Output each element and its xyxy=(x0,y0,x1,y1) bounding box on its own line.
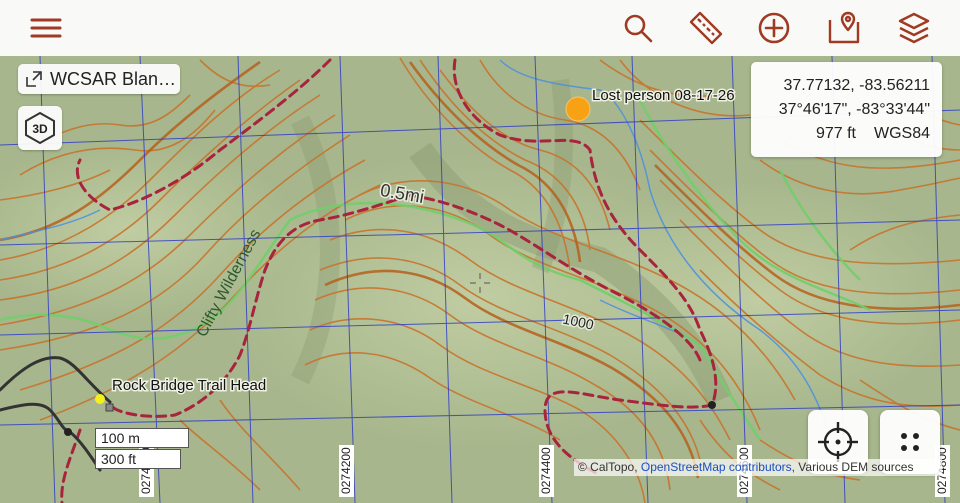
lost-person-marker[interactable] xyxy=(565,96,591,122)
dms-coordinates: 37°46'17", -83°33'44" xyxy=(778,101,930,118)
grid-label: 0274200 xyxy=(339,447,353,494)
crosshair-icon xyxy=(818,422,858,462)
attribution-rest: , Various DEM sources xyxy=(791,460,914,474)
menu-icon[interactable] xyxy=(26,8,66,48)
add-icon[interactable] xyxy=(754,8,794,48)
svg-text:3D: 3D xyxy=(32,122,48,136)
scale-bar-imperial: 300 ft xyxy=(95,449,181,469)
trail-head-label: Rock Bridge Trail Head xyxy=(112,377,266,394)
view-3d-button[interactable]: 3D xyxy=(18,106,62,150)
expand-icon xyxy=(26,71,42,87)
datum: WGS84 xyxy=(873,125,930,142)
search-icon[interactable] xyxy=(618,8,658,48)
dots-grid-icon xyxy=(901,433,919,451)
map-title-label: WCSAR Blan… xyxy=(50,68,177,89)
map-marker-icon[interactable] xyxy=(824,8,864,48)
coordinate-readout: 37.77132, -83.56211 37°46'17", -83°33'44… xyxy=(751,62,942,157)
ruler-icon[interactable] xyxy=(686,8,726,48)
attribution-prefix: © CalTopo, xyxy=(578,460,641,474)
elevation: 977 ft xyxy=(815,125,856,142)
map-title-button[interactable]: WCSAR Blan… xyxy=(18,64,180,94)
cube-3d-icon: 3D xyxy=(25,111,55,145)
decimal-coordinates: 37.77132, -83.56211 xyxy=(783,77,931,94)
grid-label: 0274400 xyxy=(539,447,553,494)
scale-bar-metric: 100 m xyxy=(95,428,189,448)
lost-person-label: Lost person 08-17-26 xyxy=(592,87,735,104)
top-toolbar xyxy=(0,0,960,56)
layers-icon[interactable] xyxy=(894,8,934,48)
map-attribution: © CalTopo, OpenStreetMap contributors, V… xyxy=(574,459,942,476)
trail-head-marker[interactable] xyxy=(95,394,105,404)
osm-link[interactable]: OpenStreetMap contributors xyxy=(641,460,792,474)
